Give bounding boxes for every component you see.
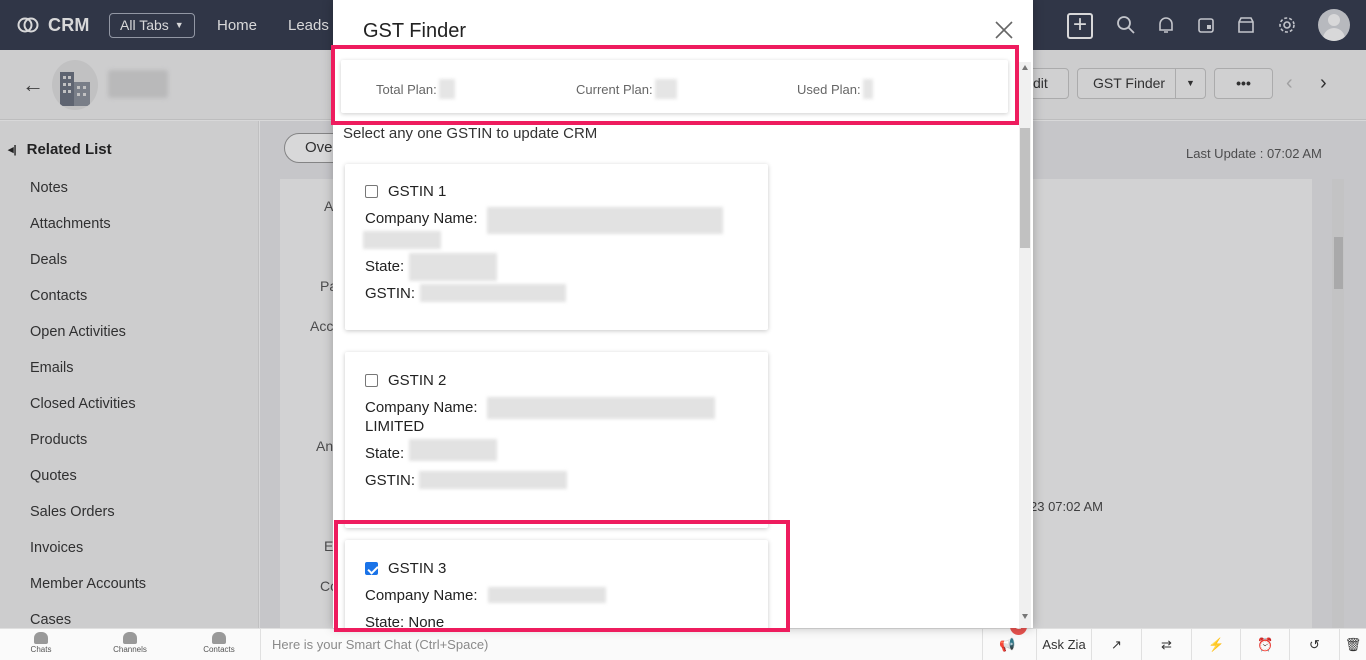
signals-icon[interactable]: ⇄ [1141, 629, 1191, 660]
close-icon[interactable] [992, 18, 1016, 42]
gstin-3-state: State: None [365, 614, 444, 628]
total-plan-label: Total Plan: [376, 81, 437, 97]
channels-label: Channels [113, 645, 147, 654]
state-label: State: None [365, 614, 445, 628]
gstin-1-title: GSTIN 1 [388, 183, 447, 200]
contacts-button[interactable]: Contacts [189, 632, 249, 654]
gstin-2-state: State: [365, 445, 404, 462]
gstin-2-header[interactable]: GSTIN 2 [365, 372, 446, 389]
announcement-megaphone-icon[interactable]: 📢 [982, 629, 1032, 660]
company-name-suffix: LIMITED [365, 418, 425, 435]
gstin-label: GSTIN: [365, 472, 416, 489]
gstin-2-title: GSTIN 2 [388, 372, 447, 389]
gstin-1-state: State: [365, 258, 404, 275]
channels-icon [123, 632, 137, 644]
recycle-bin-icon[interactable]: 🗑 [1339, 629, 1366, 660]
contacts-label: Contacts [203, 645, 235, 654]
gst-finder-modal: GST Finder Total Plan: Current Plan: Use… [333, 0, 1033, 628]
gstin-3-company: Company Name: [365, 587, 478, 604]
company-name-redacted [487, 397, 715, 419]
gstin-value-redacted [419, 471, 567, 489]
gstin-2-number: GSTIN: [365, 472, 415, 489]
gstin-3-checkbox-checked[interactable] [365, 562, 378, 575]
plan-summary-card: Total Plan: Current Plan: Used Plan: [341, 60, 1008, 113]
gstin-1-company: Company Name: [365, 210, 478, 227]
current-plan: Current Plan: [576, 79, 677, 99]
gstin-2-company-suffix: LIMITED [365, 418, 424, 435]
state-value-redacted [409, 253, 497, 281]
channels-button[interactable]: Channels [100, 632, 160, 654]
modal-title: GST Finder [363, 20, 466, 42]
gstin-label: GSTIN: [365, 285, 416, 302]
used-plan-label: Used Plan: [797, 81, 861, 97]
gstin-card-3[interactable]: GSTIN 3 Company Name: State: None [345, 540, 768, 628]
instruction-text: Select any one GSTIN to update CRM [343, 125, 598, 142]
gstin-card-2[interactable]: GSTIN 2 Company Name: LIMITED State: GST… [345, 352, 768, 528]
company-name-redacted [487, 207, 723, 234]
current-plan-value-redacted [654, 79, 677, 99]
total-plan: Total Plan: [376, 79, 455, 99]
used-plan: Used Plan: [797, 79, 873, 99]
zia-icon[interactable]: ⚡ [1191, 629, 1241, 660]
state-value-redacted [409, 439, 497, 461]
company-name-redacted [363, 231, 441, 249]
modal-scrollbar[interactable] [1019, 62, 1031, 628]
company-name-label: Company Name: [365, 210, 478, 227]
ask-zia-button[interactable]: Ask Zia [1036, 629, 1091, 660]
current-plan-label: Current Plan: [576, 81, 653, 97]
bottom-bar: Chats Channels Contacts Here is your Sma… [0, 618, 1366, 660]
smart-chat-input[interactable]: Here is your Smart Chat (Ctrl+Space) [260, 629, 982, 660]
scroll-down-arrow-icon[interactable] [1022, 614, 1028, 619]
chats-button[interactable]: Chats [11, 632, 71, 654]
chats-label: Chats [30, 645, 52, 654]
gstin-value-redacted [420, 284, 566, 302]
analytics-icon[interactable]: ↗ [1091, 629, 1141, 660]
company-name-label: Company Name: [365, 587, 478, 604]
gstin-1-checkbox[interactable] [365, 185, 378, 198]
company-name-label: Company Name: [365, 399, 478, 416]
gstin-3-title: GSTIN 3 [388, 560, 447, 577]
alarm-clock-icon[interactable]: ⏰ [1240, 629, 1290, 660]
total-plan-value-redacted [438, 79, 455, 99]
used-plan-value-redacted [862, 79, 873, 99]
state-label: State: [365, 258, 405, 275]
gstin-2-checkbox[interactable] [365, 374, 378, 387]
modal-scrollbar-thumb[interactable] [1020, 128, 1030, 248]
contact-person-icon [212, 632, 226, 644]
recent-history-icon[interactable]: ↺ [1289, 629, 1339, 660]
company-name-redacted [488, 587, 606, 603]
gstin-1-header[interactable]: GSTIN 1 [365, 183, 446, 200]
gstin-card-1[interactable]: GSTIN 1 Company Name: State: GSTIN: [345, 164, 768, 330]
gstin-2-company: Company Name: [365, 399, 478, 416]
gstin-1-number: GSTIN: [365, 285, 415, 302]
gstin-3-header[interactable]: GSTIN 3 [365, 560, 446, 577]
chat-bubble-icon [34, 632, 48, 644]
scroll-up-arrow-icon[interactable] [1022, 65, 1028, 70]
state-label: State: [365, 445, 405, 462]
